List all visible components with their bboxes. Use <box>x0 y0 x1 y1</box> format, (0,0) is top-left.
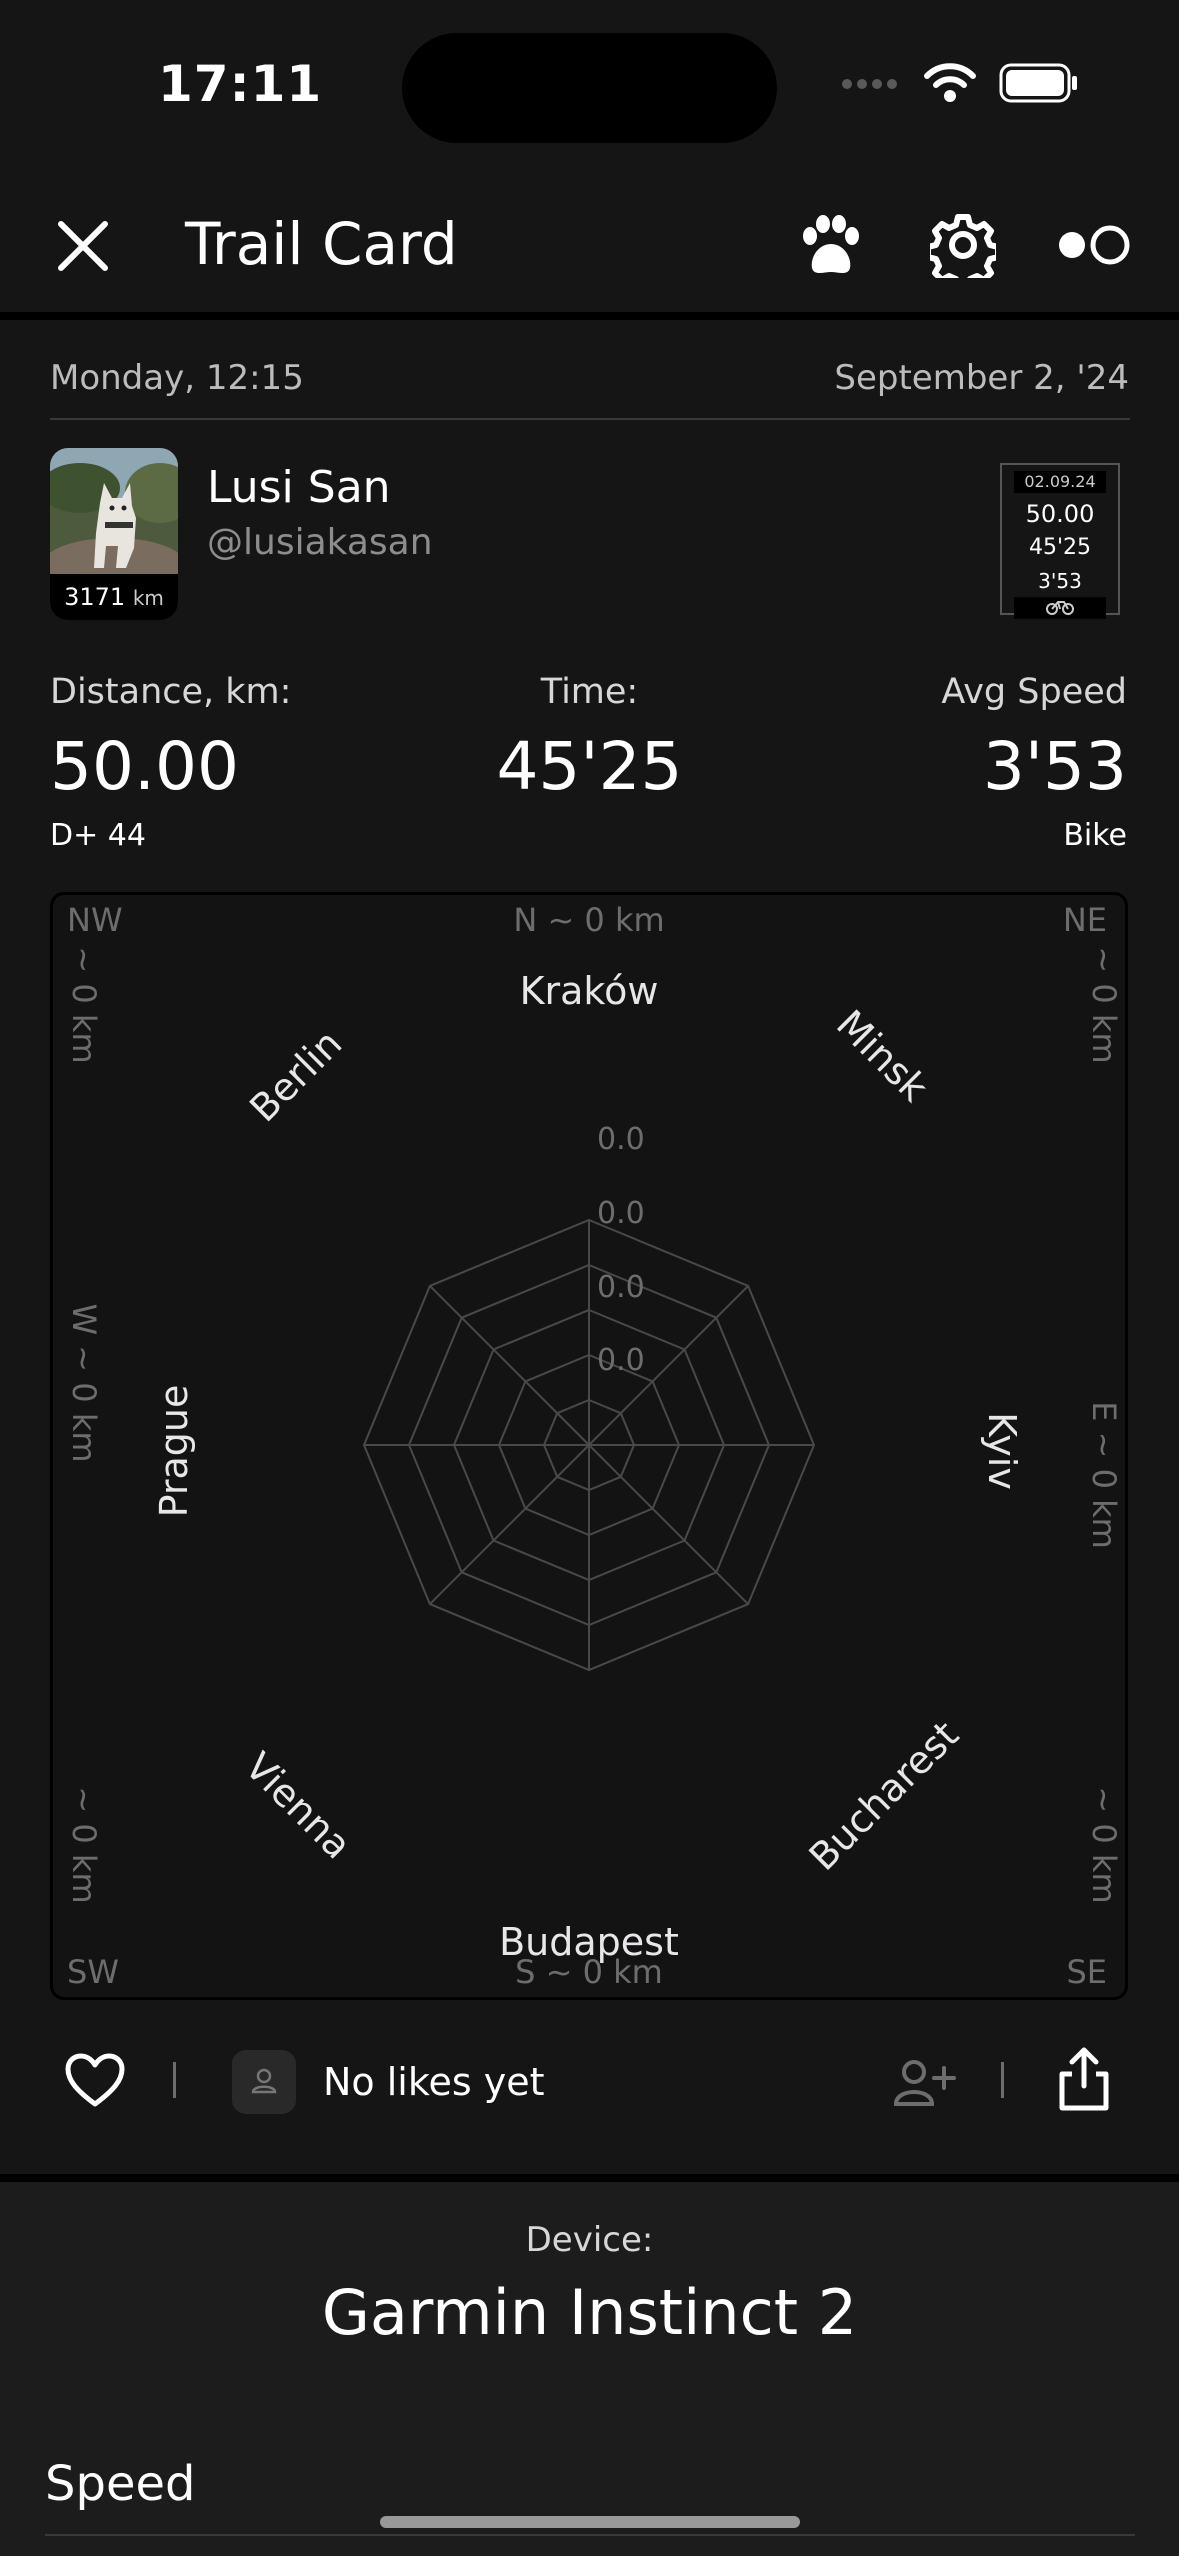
dots-toggle-icon <box>1059 225 1130 265</box>
close-icon <box>58 221 108 271</box>
page-title: Trail Card <box>185 210 458 278</box>
radar-grid <box>362 1218 816 1672</box>
add-friend-button[interactable] <box>890 2054 958 2114</box>
paw-button[interactable] <box>798 214 864 282</box>
sw-side-distance: ~ 0 km <box>65 1786 103 1903</box>
device-name: Garmin Instinct 2 <box>321 2276 858 2349</box>
ne-side-distance: ~ 0 km <box>1085 946 1123 1063</box>
share-icon <box>1059 2047 1109 2111</box>
speed-section-title[interactable]: Speed <box>45 2456 195 2512</box>
east-distance: E ~ 0 km <box>1085 1401 1123 1549</box>
km-unit: km <box>132 586 164 610</box>
divider <box>1001 2062 1004 2098</box>
mini-bike-icon <box>1014 597 1106 619</box>
home-indicator[interactable] <box>380 2516 800 2528</box>
ring-label: 0.0 <box>597 1196 645 1231</box>
share-button[interactable] <box>1054 2046 1114 2116</box>
section-separator <box>0 2174 1179 2182</box>
north-distance: N ~ 0 km <box>513 901 664 939</box>
close-button[interactable] <box>55 218 111 278</box>
status-time: 17:11 <box>158 55 323 113</box>
corner-ne: NE <box>1063 901 1107 939</box>
gear-icon <box>925 214 1001 290</box>
activity-day-time: Monday, 12:15 <box>50 358 304 398</box>
corner-sw: SW <box>67 1953 119 1991</box>
likes-status: No likes yet <box>323 2060 545 2104</box>
city-label-vienna: Vienna <box>236 1744 359 1867</box>
signal-dots-icon <box>841 76 901 95</box>
elevation-gain: D+ 44 <box>50 818 146 853</box>
dog-photo <box>50 448 178 588</box>
mini-time: 45'25 <box>1028 535 1092 560</box>
corner-nw: NW <box>67 901 123 939</box>
radar-chart: NW NE SW SE N ~ 0 km S ~ 0 km W ~ 0 km E… <box>65 901 1123 1991</box>
status-icons <box>841 62 1079 108</box>
dynamic-island <box>402 33 777 143</box>
avg-speed-value: 3'53 <box>982 728 1127 805</box>
wifi-icon <box>923 62 977 108</box>
divider <box>45 2534 1135 2536</box>
person-icon <box>251 2068 277 2094</box>
city-label-budapest: Budapest <box>499 1920 679 1964</box>
mini-trail-card[interactable]: 02.09.24 50.00 45'25 3'53 <box>1000 463 1120 619</box>
toggle-view-button[interactable] <box>1055 222 1133 272</box>
divider <box>173 2062 176 2098</box>
settings-button[interactable] <box>925 212 1001 290</box>
ring-label: 0.0 <box>597 1122 645 1157</box>
mini-pace: 3'53 <box>1038 569 1082 593</box>
corner-se: SE <box>1066 1953 1107 1991</box>
battery-icon <box>999 63 1079 107</box>
user-handle[interactable]: @lusiakasan <box>207 522 433 563</box>
paw-icon <box>803 215 859 273</box>
city-label-berlin: Berlin <box>241 1021 350 1130</box>
nw-side-distance: ~ 0 km <box>65 946 103 1063</box>
heart-icon <box>65 2053 125 2107</box>
liker-avatar-placeholder <box>232 2050 296 2114</box>
city-label-minsk: Minsk <box>828 1002 936 1110</box>
header-separator <box>0 312 1179 320</box>
direction-radar: NW NE SW SE N ~ 0 km S ~ 0 km W ~ 0 km E… <box>50 892 1128 2000</box>
avatar[interactable]: 3171 km <box>50 448 178 620</box>
device-label: Device: <box>525 2220 654 2260</box>
city-label-bucharest: Bucharest <box>801 1713 967 1879</box>
city-label-kyiv: Kyiv <box>980 1412 1024 1490</box>
city-label-krakow: Kraków <box>520 969 659 1013</box>
avg-speed-label: Avg Speed <box>941 672 1127 712</box>
activity-type: Bike <box>1063 818 1127 853</box>
ring-label: 0.0 <box>597 1343 645 1378</box>
user-name[interactable]: Lusi San <box>207 462 391 513</box>
total-km-badge: 3171 km <box>50 574 178 620</box>
city-label-prague: Prague <box>152 1385 196 1518</box>
mini-date: 02.09.24 <box>1014 471 1106 493</box>
total-km-value: 3171 <box>64 583 126 611</box>
activity-date: September 2, '24 <box>834 358 1129 398</box>
divider <box>50 418 1130 420</box>
ring-label: 0.0 <box>597 1270 645 1305</box>
mini-distance: 50.00 <box>1025 500 1095 528</box>
west-distance: W ~ 0 km <box>65 1303 103 1462</box>
se-side-distance: ~ 0 km <box>1085 1786 1123 1903</box>
like-button[interactable] <box>64 2052 126 2112</box>
add-person-icon <box>893 2060 956 2106</box>
